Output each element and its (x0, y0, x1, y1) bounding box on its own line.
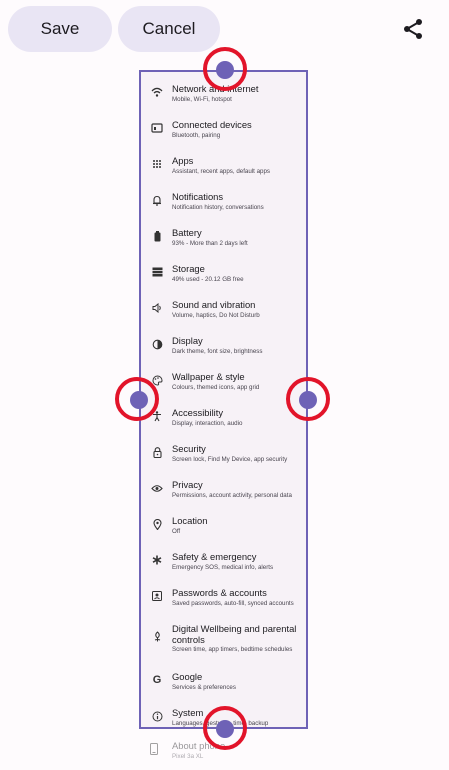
battery-icon (150, 229, 164, 243)
settings-item-sound: Sound and vibration Volume, haptics, Do … (141, 291, 306, 327)
settings-item-google: G Google Services & preferences (141, 663, 306, 699)
settings-item-display: Display Dark theme, font size, brightnes… (141, 327, 306, 363)
share-button[interactable] (398, 14, 428, 44)
settings-item-subtitle: Display, interaction, audio (172, 420, 243, 427)
settings-item-accessibility: Accessibility Display, interaction, audi… (141, 399, 306, 435)
location-pin-icon (150, 517, 164, 531)
speaker-icon (150, 301, 164, 315)
settings-item-title: Sound and vibration (172, 299, 256, 310)
settings-item-subtitle: Assistant, recent apps, default apps (172, 168, 271, 175)
share-icon (404, 19, 422, 39)
settings-item-notifications: Notifications Notification history, conv… (141, 183, 306, 219)
settings-item-title: Passwords & accounts (172, 587, 267, 598)
settings-item-title: Wallpaper & style (172, 371, 245, 382)
asterisk-icon (150, 553, 164, 567)
settings-item-title: Safety & emergency (172, 551, 257, 562)
settings-item-digital-wellbeing: Digital Wellbeing and parental controls … (141, 615, 306, 661)
settings-item-subtitle: Volume, haptics, Do Not Disturb (172, 312, 260, 319)
settings-item-subtitle: Bluetooth, pairing (172, 132, 221, 139)
settings-item-title: Privacy (172, 479, 203, 490)
settings-item-subtitle: Services & preferences (172, 684, 236, 691)
settings-item-title: Display (172, 335, 203, 346)
settings-item-subtitle: Dark theme, font size, brightness (172, 348, 263, 355)
settings-item-subtitle: Emergency SOS, medical info, alerts (172, 564, 274, 571)
highlight-ring-top (203, 47, 247, 91)
settings-item-subtitle: Mobile, Wi-Fi, hotspot (172, 96, 232, 103)
phone-icon (150, 742, 164, 756)
privacy-eye-icon (150, 481, 164, 495)
settings-item-privacy: Privacy Permissions, account activity, p… (141, 471, 306, 507)
settings-item-wallpaper: Wallpaper & style Colours, themed icons,… (141, 363, 306, 399)
highlight-ring-right (286, 377, 330, 421)
info-icon (150, 709, 164, 723)
settings-item-security: Security Screen lock, Find My Device, ap… (141, 435, 306, 471)
settings-item-subtitle: 49% used - 20.12 GB free (172, 276, 244, 283)
settings-item-storage: Storage 49% used - 20.12 GB free (141, 255, 306, 291)
settings-item-apps: Apps Assistant, recent apps, default app… (141, 147, 306, 183)
crop-frame[interactable]: Network and internet Mobile, Wi-Fi, hots… (139, 70, 308, 729)
highlight-ring-bottom (203, 706, 247, 750)
display-icon (150, 337, 164, 351)
highlight-ring-left (115, 377, 159, 421)
google-g-icon: G (152, 674, 162, 686)
settings-item-title: Notifications (172, 191, 224, 202)
save-button[interactable]: Save (8, 6, 112, 52)
settings-item-subtitle: Screen lock, Find My Device, app securit… (172, 456, 288, 463)
settings-item-subtitle: Screen time, app timers, bedtime schedul… (172, 646, 293, 653)
settings-item-location: Location Off (141, 507, 306, 543)
lock-icon (150, 445, 164, 459)
settings-item-subtitle: Saved passwords, auto-fill, synced accou… (172, 600, 294, 607)
settings-item-title: Google (172, 671, 203, 682)
settings-item-connected-devices: Connected devices Bluetooth, pairing (141, 111, 306, 147)
settings-item-title: Digital Wellbeing and parental controls (172, 623, 297, 645)
cancel-button[interactable]: Cancel (118, 6, 220, 52)
bell-icon (150, 193, 164, 207)
settings-item-subtitle: Permissions, account activity, personal … (172, 492, 292, 499)
settings-item-title: Storage (172, 263, 205, 274)
apps-grid-icon (150, 157, 164, 171)
settings-item-title: Connected devices (172, 119, 252, 130)
settings-item-title: Accessibility (172, 407, 224, 418)
settings-item-title: Security (172, 443, 206, 454)
settings-item-battery: Battery 93% - More than 2 days left (141, 219, 306, 255)
settings-item-subtitle: Notification history, conversations (172, 204, 264, 211)
devices-icon (150, 121, 164, 135)
settings-item-title: Location (172, 515, 208, 526)
settings-item-passwords: Passwords & accounts Saved passwords, au… (141, 579, 306, 615)
wellbeing-icon (150, 629, 164, 643)
settings-item-subtitle: Off (172, 528, 181, 535)
account-box-icon (150, 589, 164, 603)
wifi-icon (150, 85, 164, 99)
settings-item-title: Battery (172, 227, 202, 238)
settings-item-title: Apps (172, 155, 194, 166)
storage-icon (150, 265, 164, 279)
settings-item-safety: Safety & emergency Emergency SOS, medica… (141, 543, 306, 579)
settings-item-subtitle: 93% - More than 2 days left (172, 240, 248, 247)
settings-item-subtitle: Pixel 3a XL (172, 753, 204, 760)
settings-item-subtitle: Colours, themed icons, app grid (172, 384, 260, 391)
